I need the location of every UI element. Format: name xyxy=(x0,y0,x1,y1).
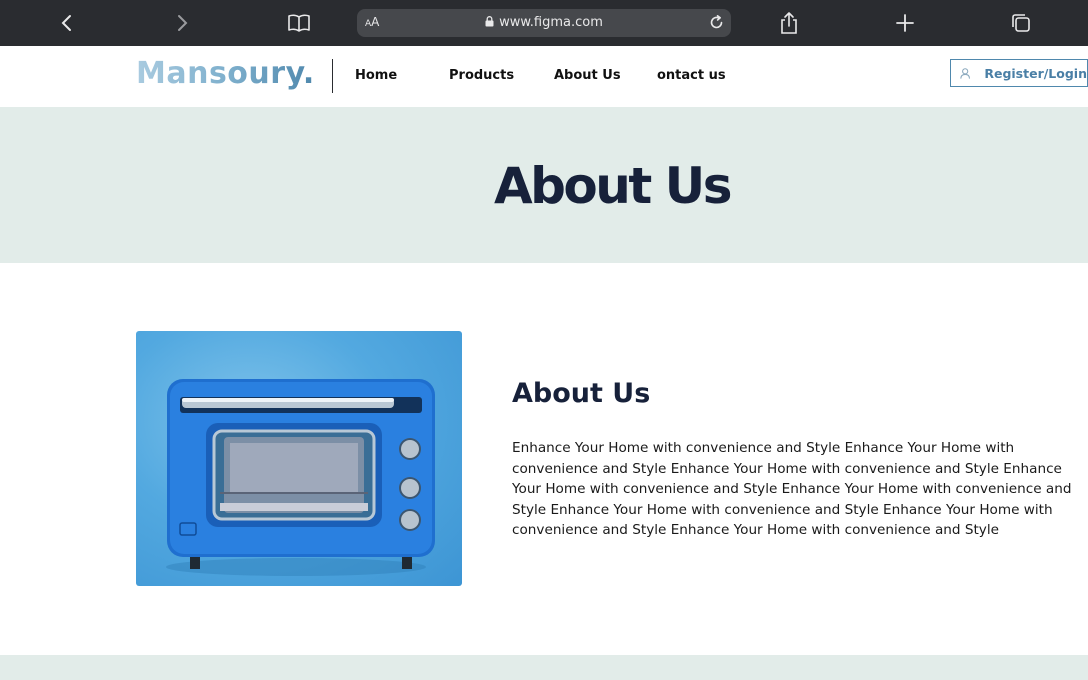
hero-banner: About Us xyxy=(0,107,1088,263)
url-text: www.figma.com xyxy=(499,15,603,30)
about-heading: About Us xyxy=(512,378,651,409)
footer-band xyxy=(0,655,1088,680)
back-icon[interactable] xyxy=(53,9,81,37)
register-login-button[interactable]: Register/Login xyxy=(950,59,1088,87)
about-paragraph: Enhance Your Home with convenience and S… xyxy=(512,440,1072,538)
address-bar[interactable]: AA www.figma.com xyxy=(357,9,731,37)
nav-link-contact-us[interactable]: ontact us xyxy=(657,68,726,83)
site-logo[interactable]: Mansoury. xyxy=(136,56,315,91)
bookmarks-icon[interactable] xyxy=(285,9,313,37)
tabs-icon[interactable] xyxy=(1007,9,1035,37)
new-tab-icon[interactable] xyxy=(891,9,919,37)
forward-icon[interactable] xyxy=(168,9,196,37)
nav-link-about-us[interactable]: About Us xyxy=(554,68,621,83)
page-title: About Us xyxy=(493,157,733,215)
browser-toolbar: AA www.figma.com xyxy=(0,0,1088,46)
oven-image xyxy=(136,331,462,586)
site-header: Mansoury. Home Products About Us ontact … xyxy=(0,46,1088,107)
nav-divider xyxy=(332,59,333,93)
nav-link-products[interactable]: Products xyxy=(449,68,514,83)
reload-icon[interactable] xyxy=(708,14,725,31)
nav-link-home[interactable]: Home xyxy=(355,68,397,83)
lock-icon xyxy=(485,16,494,27)
share-icon[interactable] xyxy=(775,9,803,37)
register-login-label: Register/Login xyxy=(984,65,1087,81)
user-icon xyxy=(960,67,970,79)
address-url[interactable]: www.figma.com xyxy=(357,15,731,30)
